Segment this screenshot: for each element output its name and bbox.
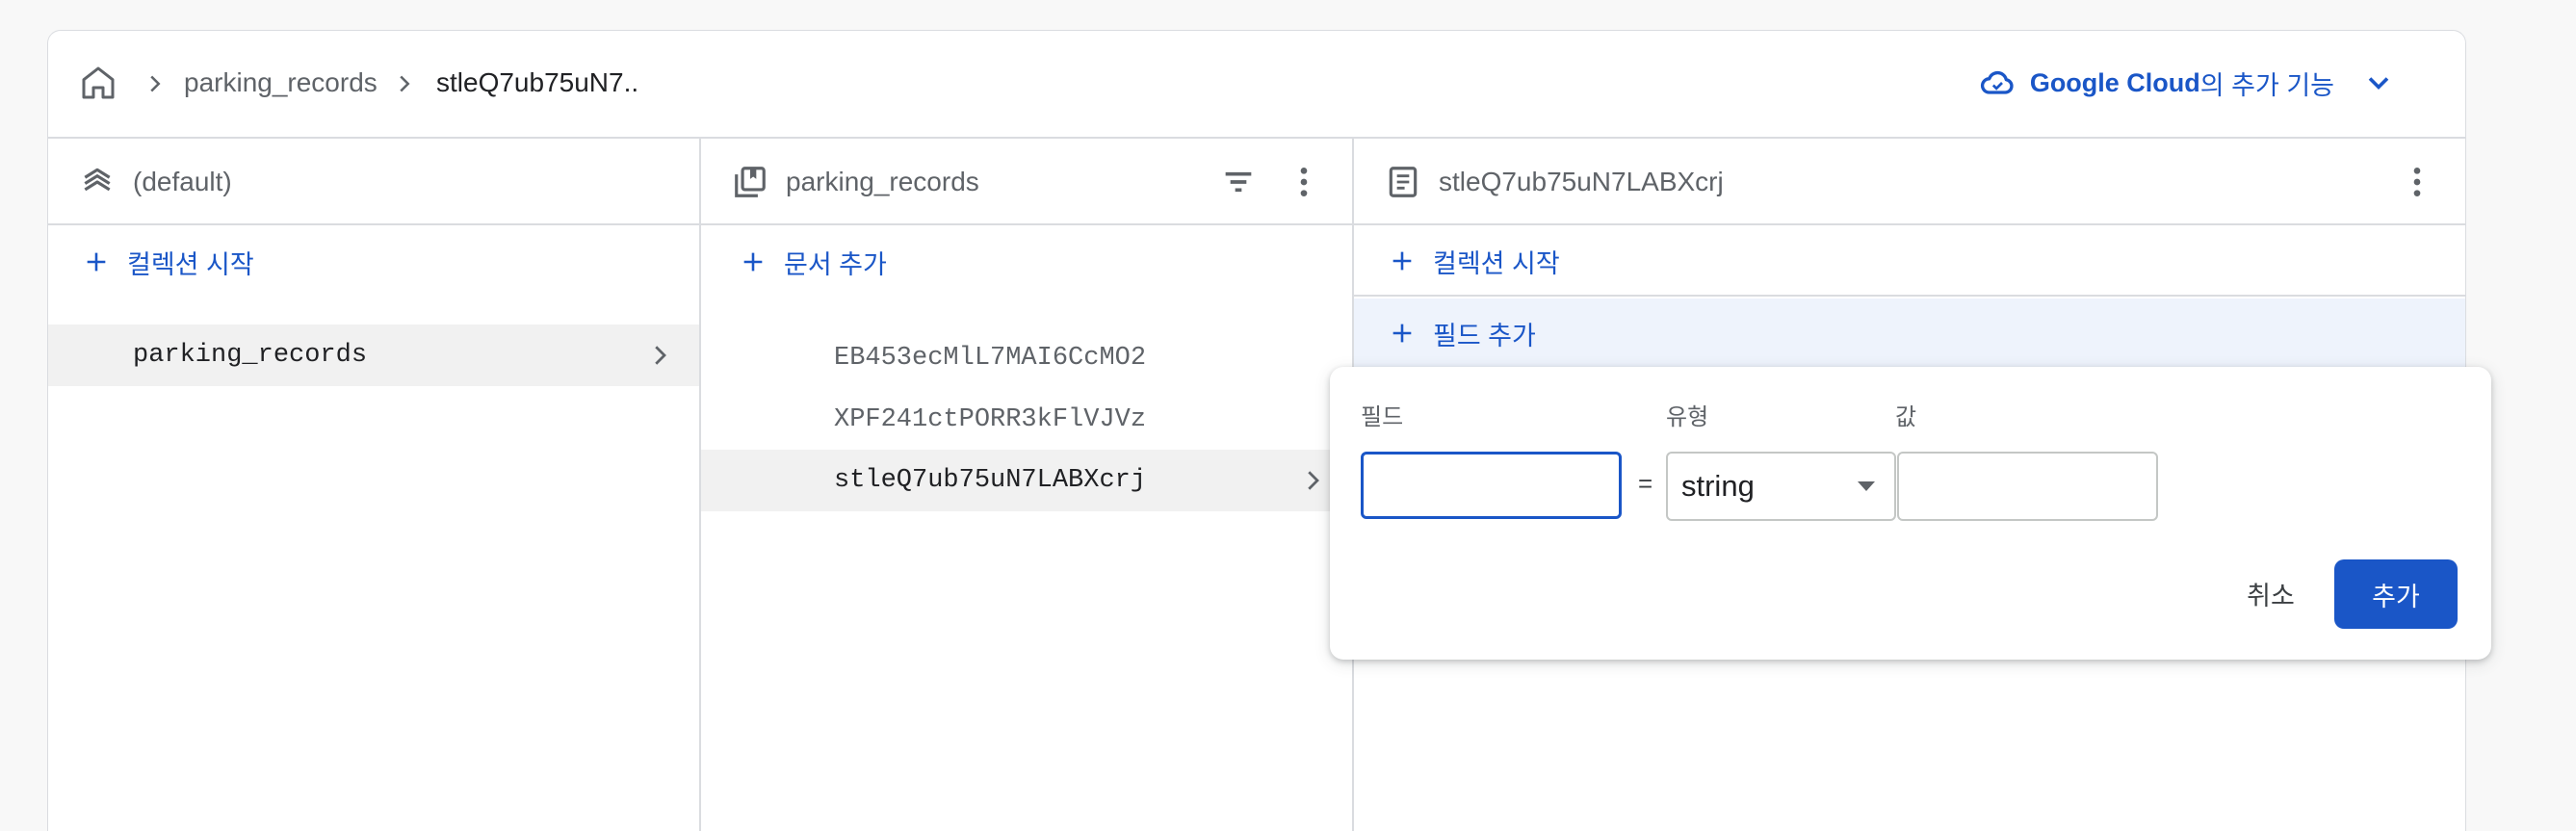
list-item[interactable]: XPF241ctPORR3kFlVJVz: [701, 389, 1352, 451]
field-name-label: 필드: [1361, 404, 1404, 430]
field-name-input[interactable]: [1361, 452, 1622, 519]
breadcrumb: parking_records stleQ7ub75uN7.. Google C…: [48, 31, 2465, 139]
chevron-down-icon: [2368, 77, 2389, 91]
breadcrumb-collection[interactable]: parking_records: [184, 67, 377, 98]
addons-label: 의 추가 기능: [2199, 70, 2334, 100]
plus-icon: [87, 252, 106, 272]
field-value-input[interactable]: [1897, 452, 2158, 521]
google-cloud-addons-button[interactable]: Google Cloud 의 추가 기능: [1978, 62, 2396, 104]
equals-sign: =: [1638, 469, 1653, 498]
document-title: stleQ7ub75uN7LABXcrj: [1439, 167, 1724, 196]
add-document-label: 문서 추가: [784, 249, 887, 279]
list-item[interactable]: stleQ7ub75uN7LABXcrj: [701, 450, 1352, 511]
dropdown-arrow-icon: [1858, 481, 1875, 491]
cancel-button[interactable]: 취소: [2227, 559, 2314, 627]
field-type-select[interactable]: string: [1666, 452, 1896, 521]
document-icon: [1389, 167, 1418, 197]
document-column-header: stleQ7ub75uN7LABXcrj: [1354, 139, 2465, 225]
database-title: (default): [133, 167, 232, 196]
database-column: (default) 컬렉션 시작 parking_records: [48, 139, 701, 831]
collection-column-header: parking_records: [701, 139, 1352, 225]
collection-title: parking_records: [786, 167, 979, 196]
list-item[interactable]: parking_records: [48, 325, 699, 386]
breadcrumb-document[interactable]: stleQ7ub75uN7..: [436, 67, 638, 98]
chevron-right-icon: [150, 75, 161, 92]
document-id: XPF241ctPORR3kFlVJVz: [834, 405, 1147, 434]
collection-column: parking_records 문서 추가 EB453ecMlL7MAI6CcM…: [701, 139, 1354, 831]
collection-icon: [735, 167, 766, 197]
add-button[interactable]: 추가: [2334, 559, 2458, 629]
more-vert-icon[interactable]: [2398, 163, 2436, 201]
add-field-label: 필드 추가: [1433, 321, 1536, 351]
add-document-button[interactable]: 문서 추가: [701, 227, 1352, 297]
start-subcollection-label: 컬렉션 시작: [1433, 248, 1560, 278]
document-id: EB453ecMlL7MAI6CcMO2: [834, 344, 1147, 373]
chevron-right-icon: [400, 75, 410, 92]
add-field-button[interactable]: 필드 추가: [1354, 299, 2465, 368]
field-type-label: 유형: [1666, 404, 1709, 430]
plus-icon: [1392, 251, 1412, 271]
more-vert-icon[interactable]: [1285, 163, 1323, 201]
start-collection-label: 컬렉션 시작: [127, 249, 254, 279]
chevron-right-icon: [1308, 471, 1319, 490]
list-item[interactable]: EB453ecMlL7MAI6CcMO2: [701, 327, 1352, 389]
start-collection-button[interactable]: 컬렉션 시작: [48, 227, 699, 297]
database-column-header: (default): [48, 139, 699, 225]
database-stack-icon: [84, 168, 111, 192]
field-type-selected: string: [1681, 469, 1755, 503]
google-cloud-label: Google Cloud: [2029, 67, 2200, 97]
plus-icon: [1392, 324, 1412, 343]
chevron-right-icon: [655, 346, 666, 365]
start-subcollection-button[interactable]: 컬렉션 시작: [1354, 227, 2465, 297]
plus-icon: [743, 252, 763, 272]
add-field-dialog: 필드 유형 값 = string 취소 추가: [1330, 367, 2491, 660]
home-icon[interactable]: [79, 64, 117, 102]
cloud-icon: [1980, 70, 2014, 94]
document-id: stleQ7ub75uN7LABXcrj: [834, 466, 1147, 495]
filter-icon[interactable]: [1219, 163, 1258, 201]
field-value-label: 값: [1895, 404, 1917, 430]
collection-name: parking_records: [133, 341, 368, 370]
